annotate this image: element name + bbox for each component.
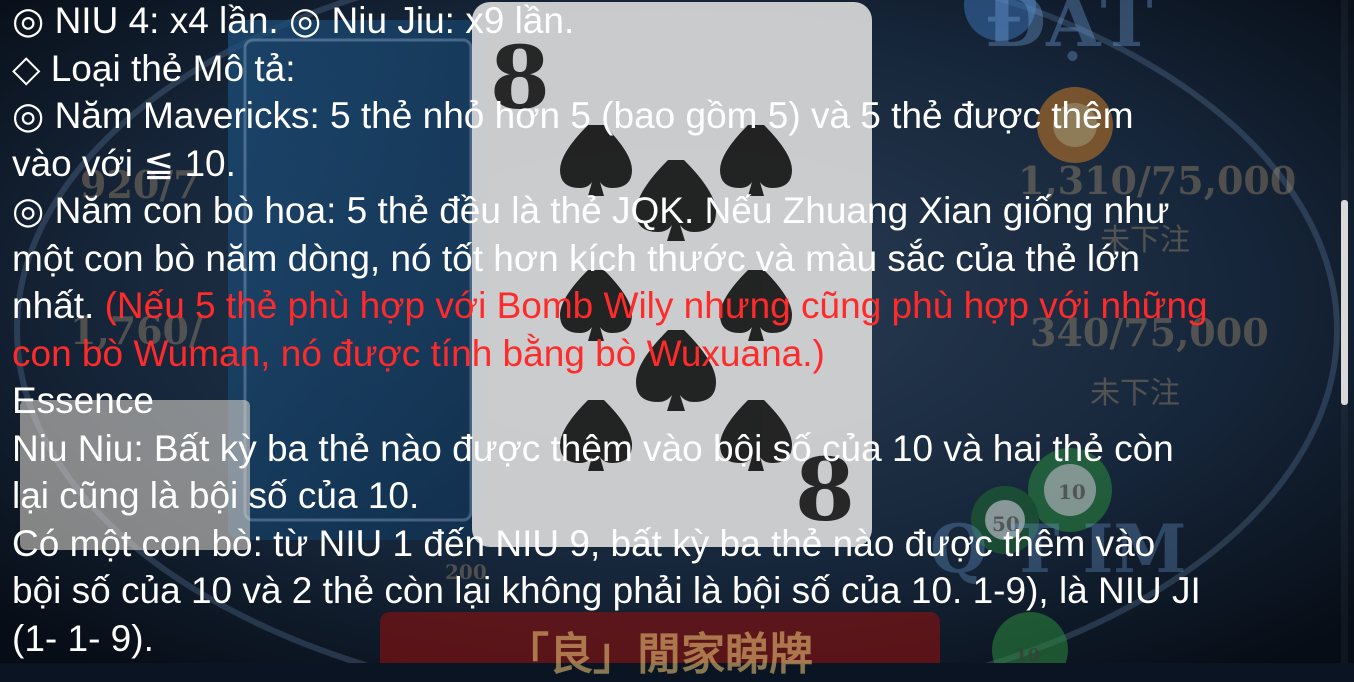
rule-line: (1- 1- 9). [12, 617, 154, 659]
rule-heading: Essence [12, 380, 154, 421]
rule-line: Niu Niu: Bất kỳ ba thẻ nào được thêm vào… [12, 427, 1174, 469]
rule-line: Có một con bò: từ NIU 1 đến NIU 9, bất k… [12, 522, 1156, 564]
rule-line: lại cũng là bội số của 10. [12, 475, 420, 516]
rules-scrollbar[interactable] [1341, 200, 1348, 405]
rule-line: nhất. (Nếu 5 thẻ phù hợp với Bomb Wily n… [12, 282, 1342, 330]
rules-text-panel[interactable]: ◎ NIU 4: x4 lần. ◎ Niu Jiu: x9 lần. ◇ Lo… [0, 0, 1342, 663]
rule-line: vào với ≦ 10. [12, 142, 236, 184]
rule-line: ◇ Loại thẻ Mô tả: [12, 47, 296, 89]
rule-note-red: con bò Wuman, nó được tính bằng bò Wuxua… [12, 332, 825, 374]
rule-text: nhất. [12, 285, 105, 326]
rule-line: ◎ NIU 4: x4 lần. ◎ Niu Jiu: x9 lần. [12, 0, 575, 41]
rule-line: bội số của 10 và 2 thẻ còn lại không phả… [12, 570, 1201, 611]
rule-note-red: (Nếu 5 thẻ phù hợp với Bomb Wily nhưng c… [104, 285, 1208, 326]
rule-line: ◎ Năm Mavericks: 5 thẻ nhỏ hơn 5 (bao gồ… [12, 95, 1134, 136]
rule-line: một con bò năm dòng, nó tốt hơn kích thư… [12, 237, 1140, 279]
rule-line: ◎ Năm con bò hoa: 5 thẻ đều là thẻ JQK. … [12, 190, 1170, 231]
